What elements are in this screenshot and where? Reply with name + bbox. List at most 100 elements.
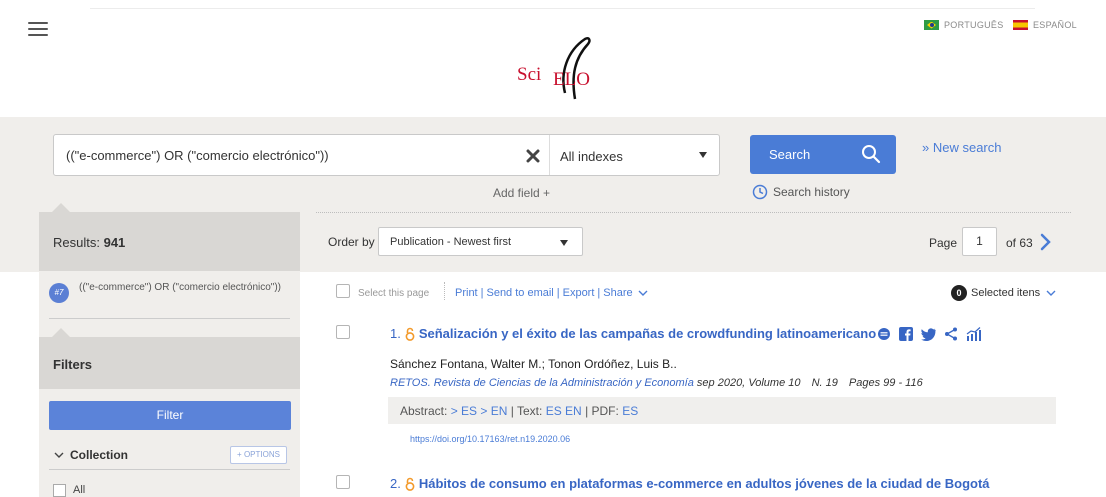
text-es-link[interactable]: ES	[546, 404, 562, 418]
text-en-link[interactable]: EN	[565, 404, 582, 418]
result-title-text: Hábitos de consumo en plataformas e-comm…	[418, 476, 990, 491]
selected-items[interactable]: 0 Selected itens	[951, 285, 1056, 301]
history-icon	[752, 184, 768, 200]
order-by-label: Order by	[328, 235, 375, 249]
language-label: PORTUGUÊS	[944, 20, 1004, 30]
search-icon	[862, 145, 881, 164]
add-field-link[interactable]: Add field +	[493, 186, 550, 200]
results-label: Results:	[53, 235, 100, 250]
search-button[interactable]: Search	[750, 135, 896, 174]
new-search-link[interactable]: » New search	[922, 140, 1001, 155]
filters-title: Filters	[53, 357, 93, 372]
page-input[interactable]: 1	[962, 227, 997, 256]
collection-divider	[49, 469, 290, 470]
result-tools	[877, 327, 990, 341]
result-checkbox[interactable]	[336, 325, 350, 339]
language-espanol[interactable]: ESPAÑOL	[1013, 20, 1077, 30]
abstract-en-link[interactable]: > EN	[480, 404, 507, 418]
print-link[interactable]: Print	[455, 287, 478, 299]
result-issue: N. 19	[811, 377, 838, 389]
separator: |	[480, 287, 484, 299]
results-divider	[316, 212, 1071, 213]
page-total: of 63	[1006, 236, 1033, 250]
search-input[interactable]: (("e-commerce") OR ("comercio electrónic…	[66, 148, 329, 163]
twitter-icon[interactable]	[921, 327, 936, 341]
index-select[interactable]: All indexes	[560, 149, 623, 164]
collection-all-label: All	[73, 484, 86, 496]
select-page-checkbox[interactable]	[336, 284, 350, 298]
abstract-label: Abstract:	[400, 404, 448, 418]
result-checkbox[interactable]	[336, 475, 350, 489]
result-links-bar: Abstract: > ES > EN | Text: ES EN | PDF:…	[388, 397, 1056, 424]
menu-icon[interactable]	[28, 22, 48, 36]
facebook-icon[interactable]	[899, 327, 913, 341]
result-title-1[interactable]: 1. Señalización y el éxito de las campañ…	[390, 326, 876, 341]
chevron-right-icon[interactable]	[1040, 233, 1052, 251]
select-page-label: Select this page	[358, 288, 430, 299]
history-badge: #7	[49, 283, 69, 303]
selected-count: 0	[951, 285, 967, 301]
page-label: Page	[929, 236, 958, 250]
chevron-down-icon	[54, 452, 64, 458]
search-box: (("e-commerce") OR ("comercio electrónic…	[53, 134, 720, 176]
options-button[interactable]: + OPTIONS	[230, 446, 287, 464]
selected-label: Selected itens	[971, 287, 1041, 299]
pdf-label: PDF:	[591, 404, 619, 418]
result-title-text: Señalización y el éxito de las campañas …	[418, 326, 877, 341]
svg-text:Sci: Sci	[517, 64, 541, 85]
svg-text:ELO: ELO	[553, 69, 590, 90]
history-query: (("e-commerce") OR ("comercio electrónic…	[79, 282, 282, 293]
results-count: Results: 941	[53, 235, 125, 250]
result-volume: Volume 10	[748, 377, 801, 389]
collection-label: Collection	[70, 448, 129, 462]
separator: |	[597, 287, 601, 299]
chevron-down-icon[interactable]	[638, 290, 648, 297]
chat-icon[interactable]	[877, 327, 891, 341]
chevron-down-icon	[1046, 290, 1056, 296]
collection-toggle[interactable]: Collection	[54, 448, 128, 462]
result-title-2[interactable]: 2. Hábitos de consumo en plataformas e-c…	[390, 476, 990, 491]
toolbar-divider	[444, 282, 445, 300]
search-history-label: Search history	[773, 185, 850, 199]
search-history-link[interactable]: Search history	[752, 184, 850, 200]
search-button-label: Search	[769, 147, 811, 162]
chevron-down-icon[interactable]	[699, 152, 707, 158]
metrics-icon[interactable]	[966, 327, 982, 341]
spain-flag-icon	[1013, 20, 1028, 30]
result-authors: Sánchez Fontana, Walter M.; Tonon Ordóñe…	[390, 357, 677, 371]
order-value: Publication - Newest first	[390, 236, 512, 248]
pdf-es-link[interactable]: ES	[622, 404, 638, 418]
result-pages: Pages 99 - 116	[848, 377, 923, 389]
order-select[interactable]: Publication - Newest first	[378, 227, 583, 256]
language-label: ESPAÑOL	[1033, 20, 1077, 30]
search-divider	[549, 135, 550, 175]
open-access-icon	[405, 327, 415, 341]
doi-link[interactable]: https://doi.org/10.17163/ret.n19.2020.06	[410, 434, 570, 444]
result-source: RETOS. Revista de Ciencias de la Adminis…	[390, 377, 923, 389]
brazil-flag-icon	[924, 20, 939, 30]
collection-all-checkbox[interactable]	[53, 484, 66, 497]
send-email-link[interactable]: Send to email	[486, 287, 553, 299]
share-icon[interactable]	[944, 327, 958, 341]
filter-button[interactable]: Filter	[49, 401, 291, 430]
results-notch	[52, 203, 70, 212]
actions-bar: Print | Send to email | Export | Share	[455, 287, 648, 299]
clear-icon[interactable]	[526, 149, 540, 163]
result-date: sep 2020,	[696, 377, 746, 389]
results-number: 941	[103, 235, 126, 250]
filters-notch	[52, 328, 70, 337]
open-access-icon	[405, 477, 415, 491]
language-portugues[interactable]: PORTUGUÊS	[924, 20, 1004, 30]
chevron-down-icon	[560, 240, 568, 246]
result-number: 1.	[390, 326, 401, 341]
history-divider	[49, 318, 290, 319]
separator: |	[556, 287, 560, 299]
journal-link[interactable]: RETOS. Revista de Ciencias de la Adminis…	[390, 377, 694, 389]
export-link[interactable]: Export	[563, 287, 595, 299]
top-divider	[90, 8, 1035, 9]
abstract-es-link[interactable]: > ES	[451, 404, 477, 418]
result-number: 2.	[390, 476, 401, 491]
share-link[interactable]: Share	[603, 287, 632, 299]
text-label: Text:	[517, 404, 543, 418]
scielo-logo[interactable]: Sci ELO	[505, 33, 625, 103]
